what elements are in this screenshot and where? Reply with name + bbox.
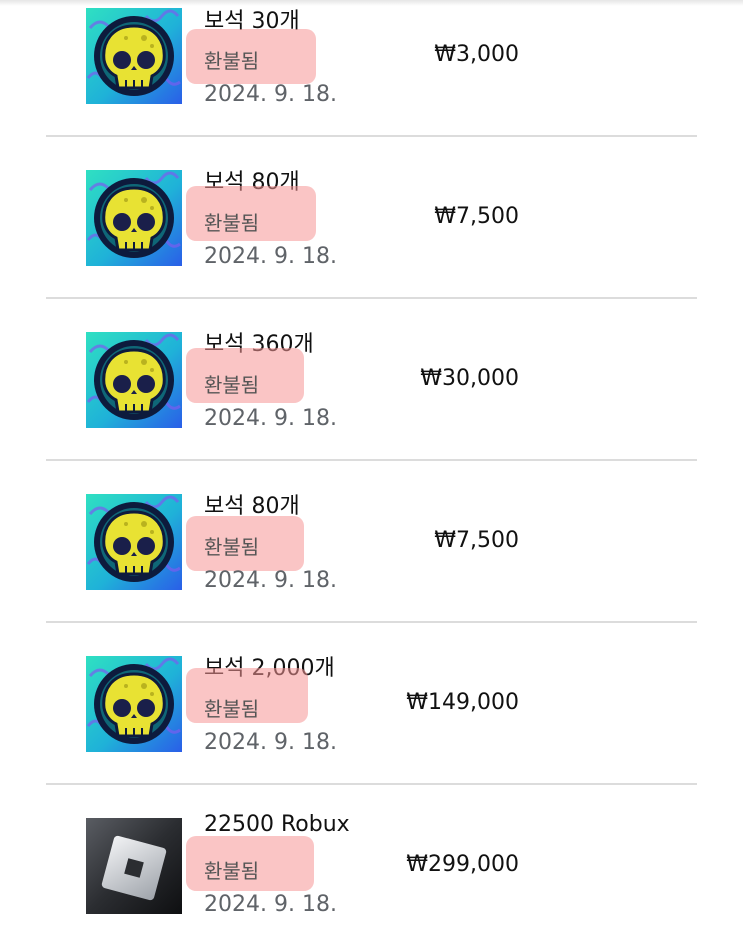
purchase-item[interactable]: 보석 30개 환불됨 2024. 9. 18. ₩3,000: [0, 0, 743, 136]
item-price: ₩7,500: [434, 528, 519, 553]
brawl-stars-skull-icon: [86, 8, 182, 104]
item-date: 2024. 9. 18.: [204, 406, 337, 431]
purchase-item[interactable]: 보석 80개 환불됨 2024. 9. 18. ₩7,500: [0, 460, 743, 622]
item-status: 환불됨: [204, 859, 260, 883]
item-title: 22500 Robux: [204, 812, 350, 837]
item-status: 환불됨: [204, 211, 260, 235]
item-price: ₩299,000: [406, 852, 519, 877]
brawl-stars-skull-icon: [86, 656, 182, 752]
item-date: 2024. 9. 18.: [204, 730, 337, 755]
purchase-item[interactable]: 보석 80개 환불됨 2024. 9. 18. ₩7,500: [0, 136, 743, 298]
item-date: 2024. 9. 18.: [204, 568, 337, 593]
item-price: ₩3,000: [434, 42, 519, 67]
item-price: ₩30,000: [420, 366, 519, 391]
item-date: 2024. 9. 18.: [204, 244, 337, 269]
item-date: 2024. 9. 18.: [204, 892, 337, 917]
item-price: ₩7,500: [434, 204, 519, 229]
item-date: 2024. 9. 18.: [204, 82, 337, 107]
item-status: 환불됨: [204, 49, 260, 73]
purchase-item[interactable]: 보석 2,000개 환불됨 2024. 9. 18. ₩149,000: [0, 622, 743, 784]
item-status: 환불됨: [204, 373, 260, 397]
brawl-stars-skull-icon: [86, 170, 182, 266]
purchase-item[interactable]: 22500 Robux 환불됨 2024. 9. 18. ₩299,000: [0, 784, 743, 946]
roblox-logo-icon: [86, 818, 182, 914]
brawl-stars-skull-icon: [86, 494, 182, 590]
item-status: 환불됨: [204, 697, 260, 721]
item-price: ₩149,000: [406, 690, 519, 715]
purchase-item[interactable]: 보석 360개 환불됨 2024. 9. 18. ₩30,000: [0, 298, 743, 460]
item-status: 환불됨: [204, 535, 260, 559]
brawl-stars-skull-icon: [86, 332, 182, 428]
